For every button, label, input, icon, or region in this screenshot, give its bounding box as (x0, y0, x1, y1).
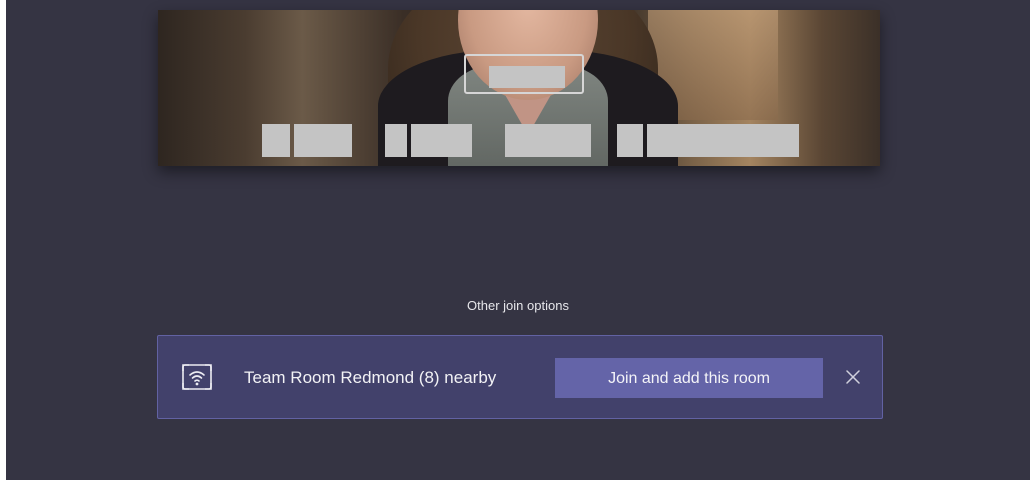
redacted-control (489, 66, 565, 88)
redacted-toolbar-item-2 (385, 124, 407, 157)
redacted-toolbar-item-2b (411, 124, 472, 157)
redacted-toolbar-item-1b (294, 124, 352, 157)
redacted-toolbar-item-4b (647, 124, 799, 157)
nearby-room-name: Team Room Redmond (8) nearby (244, 368, 497, 387)
other-join-options-label: Other join options (467, 298, 569, 313)
close-icon[interactable] (844, 368, 862, 386)
video-preview (158, 10, 880, 166)
redacted-toolbar-item-3 (505, 124, 591, 157)
redacted-toolbar-item-1 (262, 124, 290, 157)
join-and-add-room-button[interactable]: Join and add this room (555, 358, 823, 398)
nearby-room-banner: Team Room Redmond (8) nearby Join and ad… (157, 335, 883, 419)
redacted-toolbar-item-4 (617, 124, 643, 157)
meeting-prejoin-window: Other join options Team Room Redmond (8)… (6, 0, 1030, 480)
room-wifi-icon (180, 362, 214, 392)
